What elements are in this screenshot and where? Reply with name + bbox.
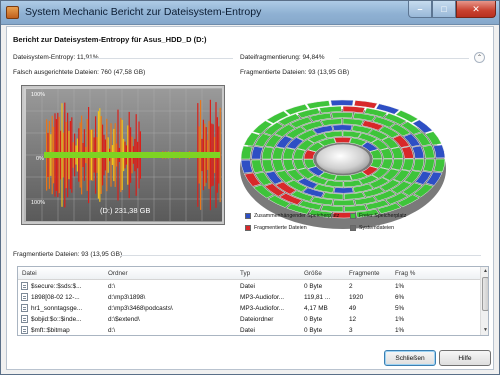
misaligned-files-label: Falsch ausgerichtete Dateien: 760 (47,58… — [13, 69, 146, 76]
app-icon — [6, 6, 19, 19]
entropy-graph-plot — [26, 89, 222, 221]
cell-type: Dateiordner — [240, 316, 274, 323]
graph-tick-mid: 0% — [36, 156, 44, 162]
cell-size: 0 Byte — [304, 327, 323, 334]
cell-folder: d:\ — [108, 283, 116, 290]
fragmentation-label: Dateifragmentierung: 94,84% — [240, 54, 325, 61]
cell-type: MP3-Audiofor... — [240, 294, 285, 301]
fragmented-section-label: Fragmentierte Dateien: 93 (13,95 GB) — [13, 251, 123, 258]
scroll-thumb[interactable] — [482, 277, 488, 311]
window-controls: – □ ✕ — [408, 1, 496, 19]
close-window-button[interactable]: ✕ — [456, 1, 496, 18]
cell-folder: d:\ — [108, 327, 116, 334]
cell-fragments: 49 — [349, 305, 357, 312]
cell-frag-percent: 1% — [395, 283, 405, 290]
column-header-fragments[interactable]: Fragmente — [349, 270, 379, 277]
table-header: Datei Ordner Typ Größe Fragmente Frag % — [18, 267, 480, 280]
file-icon — [21, 282, 28, 290]
legend-swatch-blue — [245, 213, 251, 219]
cell-file: $secure::$sds:$... — [31, 283, 82, 290]
cell-size: 0 Byte — [304, 283, 323, 290]
divider — [121, 255, 481, 256]
cell-fragments: 2 — [349, 283, 353, 290]
graph-tick-bottom: 100% — [31, 200, 46, 206]
table-row[interactable]: 1898[08-02 12-... d:\mp3\1898\ MP3-Audio… — [18, 292, 480, 303]
cell-frag-percent: 1% — [395, 316, 405, 323]
cell-size: 0 Byte — [304, 316, 323, 323]
cell-fragments: 12 — [349, 316, 357, 323]
legend-system: Systemdateien — [350, 225, 394, 231]
file-icon — [21, 293, 28, 301]
entropy-baseline — [44, 152, 220, 158]
legend-swatch-red — [245, 225, 251, 231]
cell-type: MP3-Audiofor... — [240, 305, 285, 312]
collapse-icon[interactable]: ⌃ — [474, 52, 485, 63]
legend-system-label: Systemdateien — [359, 225, 395, 231]
cell-frag-percent: 1% — [395, 327, 405, 334]
table-row[interactable]: $objid:$o::$inde... d:\$extend\ Dateiord… — [18, 314, 480, 325]
legend-contiguous: Zusammenhängender Speicherplatz — [245, 213, 339, 219]
title-bar[interactable]: System Mechanic Bericht zur Dateisystem-… — [1, 1, 499, 25]
cell-fragments: 3 — [349, 327, 353, 334]
column-header-file[interactable]: Datei — [22, 270, 37, 277]
column-header-size[interactable]: Größe — [304, 270, 322, 277]
disk-hub — [315, 143, 371, 175]
cell-frag-percent: 6% — [395, 294, 405, 301]
fragmented-files-table: Datei Ordner Typ Größe Fragmente Frag % … — [17, 266, 489, 336]
cell-frag-percent: 5% — [395, 305, 405, 312]
file-icon — [21, 315, 28, 323]
legend-fragmented-label: Fragmentierte Dateien — [254, 225, 307, 231]
cell-file: hr1_sonntagsge... — [31, 305, 83, 312]
cell-type: Datei — [240, 283, 255, 290]
column-header-type[interactable]: Typ — [240, 270, 250, 277]
report-window: System Mechanic Bericht zur Dateisystem-… — [0, 0, 500, 375]
table-row[interactable]: hr1_sonntagsge... d:\mp3\3468\podcasts\ … — [18, 303, 480, 314]
cell-folder: d:\$extend\ — [108, 316, 140, 323]
disk-cluster — [334, 174, 353, 182]
maximize-button[interactable]: □ — [432, 1, 456, 18]
legend-fragmented: Fragmentierte Dateien — [245, 225, 307, 231]
scroll-up-icon[interactable]: ▲ — [482, 268, 488, 275]
file-icon — [21, 304, 28, 312]
divider — [85, 58, 233, 59]
legend-free-label: Freier Speicherplatz — [359, 213, 407, 219]
window-title: System Mechanic Bericht zur Dateisystem-… — [25, 6, 262, 18]
close-button[interactable]: Schließen — [384, 350, 436, 366]
column-header-folder[interactable]: Ordner — [108, 270, 128, 277]
entropy-graph: 100% 0% 100% (D:) 231,38 GB — [21, 85, 225, 225]
minimize-button[interactable]: – — [408, 1, 432, 18]
cell-file: $mft::$bitmap — [31, 327, 70, 334]
disk-cluster — [332, 124, 353, 131]
disk-cluster — [330, 99, 354, 106]
report-title: Bericht zur Dateisystem-Entropy für Asus… — [13, 35, 207, 44]
column-header-frag-percent[interactable]: Frag % — [395, 270, 415, 277]
disk-cluster — [331, 112, 354, 119]
table-row[interactable]: $mft::$bitmap d:\ Datei 0 Byte 3 1% — [18, 325, 480, 335]
table-row[interactable]: $secure::$sds:$... d:\ Datei 0 Byte 2 1% — [18, 281, 480, 292]
fragmented-files-label: Fragmentierte Dateien: 93 (13,95 GB) — [240, 69, 350, 76]
drive-size-label: (D:) 231,38 GB — [100, 206, 151, 215]
legend-contiguous-label: Zusammenhängender Speicherplatz — [254, 213, 340, 219]
report-content: Bericht zur Dateisystem-Entropy für Asus… — [6, 26, 494, 370]
help-button[interactable]: Hilfe — [439, 350, 491, 366]
cell-file: 1898[08-02 12-... — [31, 294, 80, 301]
legend-free: Freier Speicherplatz — [350, 213, 406, 219]
cell-folder: d:\mp3\3468\podcasts\ — [108, 305, 173, 312]
cell-size: 4,17 MB — [304, 305, 328, 312]
disk-cluster — [333, 136, 352, 144]
file-icon — [21, 326, 28, 334]
divider — [339, 58, 469, 59]
disk-cluster — [333, 187, 354, 194]
scroll-down-icon[interactable]: ▼ — [482, 327, 488, 334]
legend-swatch-green — [350, 213, 356, 219]
disk-cluster — [332, 199, 355, 206]
cell-fragments: 1920 — [349, 294, 364, 301]
cell-type: Datei — [240, 327, 255, 334]
cell-folder: d:\mp3\1898\ — [108, 294, 146, 301]
table-scrollbar[interactable]: ▲ ▼ — [480, 267, 488, 335]
cell-file: $objid:$o::$inde... — [31, 316, 82, 323]
graph-tick-top: 100% — [31, 92, 46, 98]
legend-swatch-gray — [350, 225, 356, 231]
cell-size: 119,81 ... — [304, 294, 331, 301]
